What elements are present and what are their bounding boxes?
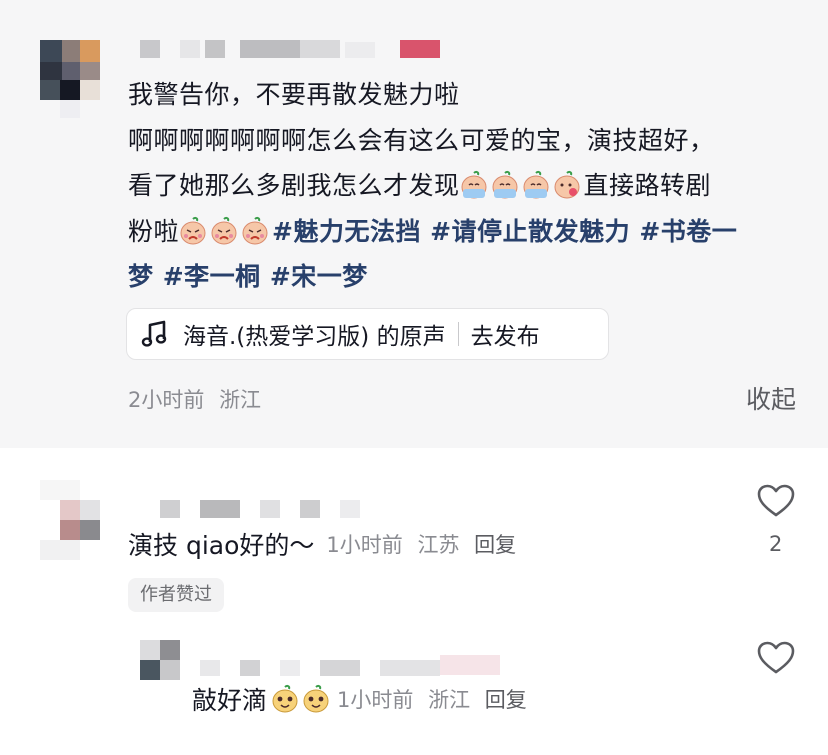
original-sound-chip[interactable]: 海音.(热爱学习版) 的原声 去发布 — [126, 308, 609, 360]
like-count: 2 — [769, 532, 783, 556]
reply-time: 1小时前 — [337, 688, 414, 712]
post-line-5: 梦 #李一桐 #宋一梦 — [128, 254, 808, 300]
crying-peach-emoji — [241, 215, 269, 245]
sound-title[interactable]: 海音.(热爱学习版) 的原声 — [183, 317, 446, 351]
heart-outline-icon[interactable] — [757, 641, 795, 675]
reply-button[interactable]: 回复 — [485, 688, 527, 712]
collapse-button[interactable]: 收起 — [746, 380, 796, 416]
reply-text: 敲好滴 — [192, 686, 268, 715]
reply-location: 浙江 — [428, 688, 471, 712]
post-meta: 2小时前 浙江 — [128, 384, 261, 414]
crying-peach-emoji — [210, 215, 238, 245]
teary-peach-emoji — [460, 169, 488, 199]
publish-button[interactable]: 去发布 — [471, 317, 540, 351]
comment-item: 演技 qiao好的～ 1小时前 江苏 回复 — [128, 526, 524, 562]
happy-peach-emoji — [271, 684, 299, 714]
comment-time: 1小时前 — [326, 533, 403, 557]
teary-peach-emoji — [522, 169, 550, 199]
blushing-peach-emoji — [553, 169, 581, 199]
music-note-icon — [141, 320, 167, 347]
comment-text: 演技 qiao好的～ — [128, 531, 315, 560]
crying-peach-emoji — [179, 215, 207, 245]
post-line-4: 粉啦 #魅力无法挡 #请停止散发魅力 #书卷一 — [128, 215, 738, 246]
divider — [457, 322, 459, 346]
author-liked-badge: 作者赞过 — [128, 578, 224, 612]
post-location: 浙江 — [219, 388, 262, 412]
post-line-2: 啊啊啊啊啊啊啊怎么会有这么可爱的宝，演技超好， — [128, 125, 715, 155]
post-time: 2小时前 — [128, 388, 205, 412]
comment-location: 江苏 — [417, 533, 460, 557]
reply-item: 敲好滴 1小时前 浙江 回复 — [192, 681, 535, 717]
heart-outline-icon[interactable] — [757, 484, 795, 518]
teary-peach-emoji — [491, 169, 519, 199]
hashtag-links[interactable]: #魅力无法挡 #请停止散发魅力 #书卷一 — [272, 217, 737, 246]
hashtag-links[interactable]: 梦 #李一桐 #宋一梦 — [128, 262, 368, 291]
post-content: 我警告你，不要再散发魅力啦 啊啊啊啊啊啊啊怎么会有这么可爱的宝，演技超好， 看了… — [128, 72, 808, 300]
happy-peach-emoji — [302, 684, 330, 714]
reply-button[interactable]: 回复 — [474, 533, 516, 557]
post-line-3: 看了她那么多剧我怎么才发现 直接路转剧 — [128, 169, 712, 200]
post-line-1: 我警告你，不要再散发魅力啦 — [128, 80, 460, 109]
